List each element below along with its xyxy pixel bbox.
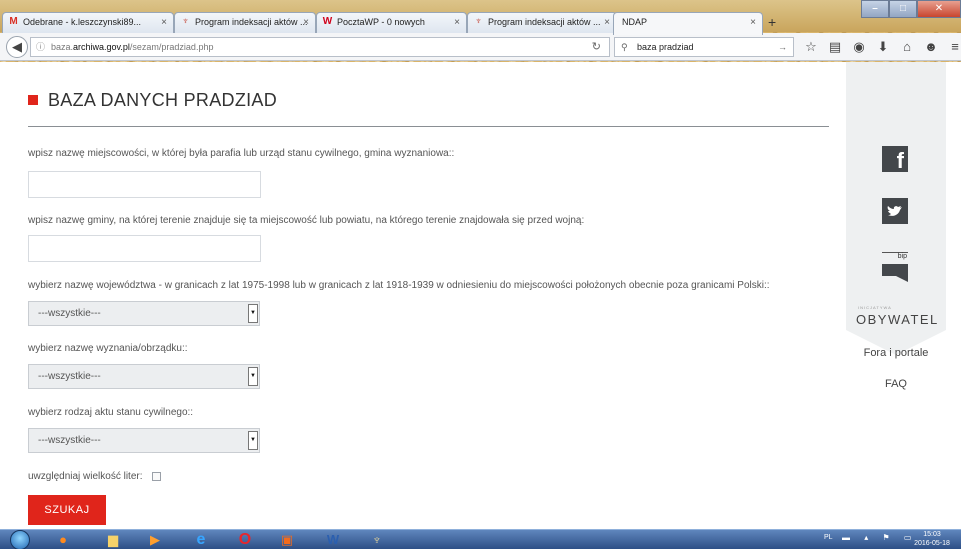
wp-icon: W: [322, 16, 333, 27]
tab-label: Odebrane - k.leszczynski89...: [23, 17, 142, 27]
new-tab-icon[interactable]: +: [768, 14, 776, 30]
obywatel-logo[interactable]: OBYWATEL: [856, 312, 939, 327]
miejscowosc-label: wpisz nazwę miejscowości, w której była …: [28, 148, 455, 159]
word-icon[interactable]: W: [324, 532, 342, 548]
browser-tab[interactable]: ♆ Program indeksacji aktów ... ×: [467, 12, 617, 34]
bookmark-star-icon[interactable]: ☆: [800, 39, 822, 55]
url-text: baza.archiwa.gov.pl/sezam/pradziad.php: [51, 38, 213, 56]
url-domain: archiwa.gov.pl: [73, 42, 130, 52]
reading-list-icon[interactable]: ▤: [824, 39, 846, 55]
facebook-icon[interactable]: f: [882, 146, 908, 172]
page-title-text: BAZA DANYCH PRADZIAD: [48, 90, 278, 110]
wojewodztwo-selected: ---wszystkie---: [38, 308, 101, 319]
search-go-icon[interactable]: →: [778, 38, 787, 56]
opera-icon[interactable]: O: [236, 532, 254, 548]
browser-toolbar: ☆ ▤ ◉ ⬇ ⌂ ☻ ≡: [800, 39, 961, 55]
akt-select[interactable]: ---wszystkie--- ▼: [28, 428, 260, 453]
download-icon[interactable]: ⬇: [872, 39, 894, 55]
twitter-bird-icon: [887, 206, 902, 216]
bip-text: bip: [897, 253, 907, 260]
twitter-icon[interactable]: [882, 198, 908, 224]
browser-nav-bar: ◀ ⓘ baza.archiwa.gov.pl/sezam/pradziad.p…: [0, 33, 961, 61]
browser-tab[interactable]: ♆ Program indeksacji aktów ... ×: [174, 12, 316, 34]
tab-label: PocztaWP - 0 nowych: [337, 17, 425, 27]
archive-app-icon[interactable]: ♆: [368, 532, 386, 548]
miejscowosc-input[interactable]: [28, 171, 261, 198]
maximize-icon[interactable]: □: [889, 0, 917, 18]
chevron-down-icon[interactable]: ▼: [248, 304, 258, 323]
window-controls: – □ ✕: [861, 0, 961, 20]
presentation-app-icon[interactable]: ▣: [278, 532, 296, 548]
social-sidebar: f bip INICJATYWA OBYWATEL Fora i portale…: [846, 62, 946, 390]
wojewodztwo-select[interactable]: ---wszystkie--- ▼: [28, 301, 260, 326]
bip-icon[interactable]: bip: [882, 252, 908, 282]
title-divider: [28, 126, 829, 127]
gmina-label: wpisz nazwę gminy, na której terenie zna…: [28, 215, 585, 226]
pocket-icon[interactable]: ◉: [848, 39, 870, 55]
search-button[interactable]: SZUKAJ: [28, 495, 106, 525]
wojewodztwo-label: wybierz nazwę województwa - w granicach …: [28, 280, 770, 291]
clock-date: 2016-05-18: [914, 540, 950, 547]
gmail-icon: M: [9, 16, 18, 27]
minimize-icon[interactable]: –: [861, 0, 889, 18]
browser-tab-bar: M Odebrane - k.leszczynski89... × ♆ Prog…: [0, 0, 961, 35]
explorer-folder-icon[interactable]: ▆: [104, 532, 122, 548]
media-player-icon[interactable]: ▶: [146, 532, 164, 548]
bip-block: [882, 264, 908, 276]
reload-icon[interactable]: ↻: [592, 38, 601, 56]
url-bar[interactable]: ⓘ baza.archiwa.gov.pl/sezam/pradziad.php…: [30, 37, 610, 57]
chevron-down-icon[interactable]: ▼: [248, 431, 258, 450]
chevron-down-icon[interactable]: ▼: [248, 367, 258, 386]
obywatel-tagline: INICJATYWA: [858, 305, 892, 310]
wyznanie-label: wybierz nazwę wyznania/obrządku::: [28, 343, 188, 354]
tab-close-icon[interactable]: ×: [303, 13, 309, 32]
tab-close-icon[interactable]: ×: [604, 13, 610, 32]
wyznanie-selected: ---wszystkie---: [38, 371, 101, 382]
tab-close-icon[interactable]: ×: [161, 13, 167, 32]
archive-icon: ♆: [474, 16, 483, 27]
close-icon[interactable]: ✕: [917, 0, 961, 18]
page-title: BAZA DANYCH PRADZIAD: [28, 90, 277, 111]
browser-tab-active[interactable]: NDAP ×: [613, 12, 763, 35]
browser-tab[interactable]: W PocztaWP - 0 nowych ×: [316, 12, 467, 34]
windows-taskbar: ● ▆ ▶ e O ▣ W ♆ PL ▬ ▴ ⚑ ▭ 15:03 2016-05…: [0, 529, 961, 549]
search-icon: ⚲: [621, 42, 628, 52]
akt-label: wybierz rodzaj aktu stanu cywilnego::: [28, 407, 194, 418]
start-button[interactable]: [10, 530, 30, 549]
system-clock[interactable]: 15:03 2016-05-18: [904, 530, 960, 548]
title-square-icon: [28, 95, 38, 105]
tab-label: Program indeksacji aktów ...: [195, 17, 308, 27]
browser-search-bar[interactable]: ⚲ baza pradziad →: [614, 37, 794, 57]
gmina-input[interactable]: [28, 235, 261, 262]
bip-fold: [896, 276, 908, 282]
language-indicator[interactable]: PL: [824, 534, 833, 541]
url-path: /sezam/pradziad.php: [129, 42, 214, 52]
back-icon[interactable]: ◀: [6, 36, 28, 58]
fora-link[interactable]: Fora i portale: [846, 347, 946, 359]
tab-label: NDAP: [622, 17, 648, 27]
akt-selected: ---wszystkie---: [38, 435, 101, 446]
home-icon[interactable]: ⌂: [896, 39, 918, 55]
wyznanie-select[interactable]: ---wszystkie--- ▼: [28, 364, 260, 389]
faq-link[interactable]: FAQ: [846, 378, 946, 390]
internet-explorer-icon[interactable]: e: [192, 532, 210, 548]
browser-tab[interactable]: M Odebrane - k.leszczynski89... ×: [2, 12, 174, 34]
tab-close-icon[interactable]: ×: [454, 13, 460, 32]
tab-label: Program indeksacji aktów ...: [488, 17, 601, 27]
case-sensitive-label: uwzględniaj wielkość liter:: [28, 471, 143, 482]
firefox-icon[interactable]: ●: [54, 532, 72, 548]
menu-icon[interactable]: ≡: [944, 39, 961, 55]
chat-icon[interactable]: ☻: [920, 39, 942, 55]
tab-close-icon[interactable]: ×: [750, 13, 756, 32]
clock-time: 15:03: [923, 531, 941, 538]
search-value: baza pradziad: [637, 42, 694, 52]
page-content: BAZA DANYCH PRADZIAD wpisz nazwę miejsco…: [0, 62, 961, 529]
url-prefix: baza.: [51, 42, 74, 52]
sidebar-panel: [846, 62, 946, 330]
archive-icon: ♆: [181, 16, 190, 27]
info-icon[interactable]: ⓘ: [36, 38, 45, 56]
case-sensitive-checkbox[interactable]: [152, 472, 161, 481]
